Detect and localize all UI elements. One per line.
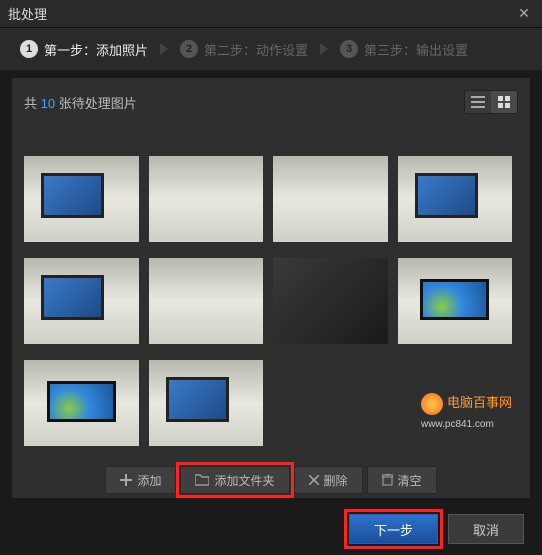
step-label-1: 第一步：添加照片 (44, 40, 148, 59)
thumbnail[interactable] (398, 258, 513, 344)
x-icon (309, 475, 319, 485)
trash-icon (382, 474, 393, 486)
chevron-right-icon (160, 43, 168, 55)
count-number: 10 (41, 96, 55, 111)
plus-icon (120, 474, 132, 486)
thumbnail[interactable] (149, 258, 264, 344)
step-num-2: 2 (180, 40, 198, 58)
thumbnail-grid (24, 126, 512, 446)
step-label-3: 第三步：输出设置 (364, 40, 468, 59)
folder-icon (195, 474, 209, 486)
main-panel: 共 10 张待处理图片 电脑百事网 www.pc841.com 添加 (12, 78, 530, 498)
step-num-3: 3 (340, 40, 358, 58)
step-1[interactable]: 1 第一步：添加照片 (8, 40, 160, 59)
image-count: 共 10 张待处理图片 (24, 93, 464, 112)
close-icon[interactable]: ✕ (514, 4, 534, 24)
grid-icon (498, 96, 510, 108)
step-2[interactable]: 2 第二步：动作设置 (168, 40, 320, 59)
chevron-right-icon (320, 43, 328, 55)
step-breadcrumb: 1 第一步：添加照片 2 第二步：动作设置 3 第三步：输出设置 (0, 28, 542, 70)
cancel-button[interactable]: 取消 (448, 514, 524, 544)
clear-button[interactable]: 清空 (367, 466, 437, 494)
titlebar: 批处理 ✕ (0, 0, 542, 28)
thumbnail[interactable] (24, 258, 139, 344)
list-icon (471, 96, 485, 108)
thumbnail[interactable] (273, 156, 388, 242)
thumbnail[interactable] (273, 258, 388, 344)
remove-button[interactable]: 删除 (294, 466, 363, 494)
list-view-button[interactable] (465, 91, 491, 113)
window-title: 批处理 (8, 4, 514, 23)
grid-view-button[interactable] (491, 91, 517, 113)
step-3[interactable]: 3 第三步：输出设置 (328, 40, 480, 59)
footer: 下一步 取消 (0, 506, 542, 552)
step-label-2: 第二步：动作设置 (204, 40, 308, 59)
next-button[interactable]: 下一步 (349, 514, 438, 544)
add-button[interactable]: 添加 (105, 466, 176, 494)
view-toggle (464, 90, 518, 114)
thumbnail[interactable] (24, 156, 139, 242)
count-row: 共 10 张待处理图片 (24, 90, 518, 114)
step-num-1: 1 (20, 40, 38, 58)
toolbar: 添加 添加文件夹 删除 清空 (24, 466, 518, 494)
thumbnail[interactable] (149, 156, 264, 242)
thumbnail[interactable] (24, 360, 139, 446)
thumbnail[interactable] (149, 360, 264, 446)
add-folder-button[interactable]: 添加文件夹 (180, 466, 289, 494)
thumbnail-scroll[interactable] (24, 126, 518, 456)
thumbnail[interactable] (398, 156, 513, 242)
